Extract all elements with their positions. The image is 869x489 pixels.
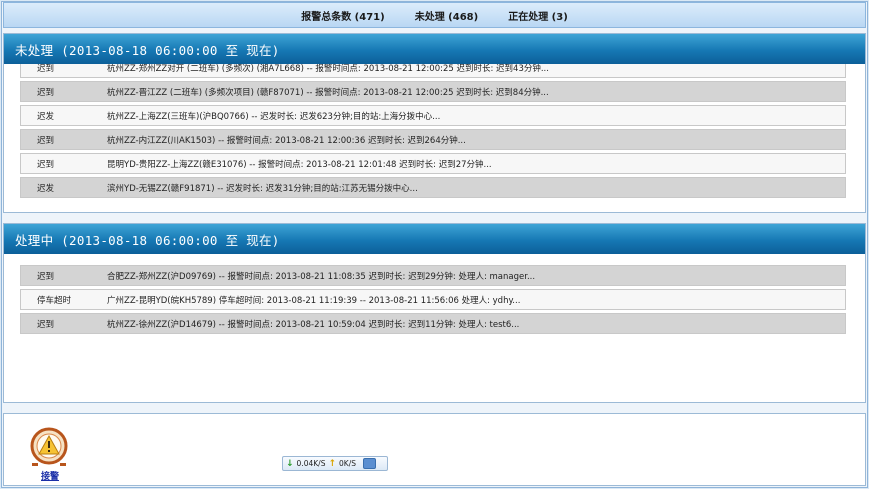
alarm-type: 停车超时	[37, 295, 72, 306]
unprocessed-panel-header: 未处理 (2013-08-18 06:00:00 至 现在)	[4, 34, 865, 64]
processing-panel: 处理中 (2013-08-18 06:00:00 至 现在) 迟到 合肥ZZ-郑…	[3, 223, 866, 403]
alarm-text: 合肥ZZ-郑州ZZ(沪D09769) -- 报警时间点: 2013-08-21 …	[107, 271, 536, 282]
processing-panel-header: 处理中 (2013-08-18 06:00:00 至 现在)	[4, 224, 865, 254]
processing-list[interactable]: 迟到 合肥ZZ-郑州ZZ(沪D09769) -- 报警时间点: 2013-08-…	[4, 254, 865, 400]
unprocessed-list[interactable]: 迟到 杭州ZZ-郑州ZZ对开 (二班车) (多频次) (湘A7L668) -- …	[4, 64, 865, 210]
alarm-row[interactable]: 迟到 昆明YD-贵阳ZZ-上海ZZ(赣E31076) -- 报警时间点: 201…	[20, 153, 846, 174]
alarm-row[interactable]: 迟到 合肥ZZ-郑州ZZ(沪D09769) -- 报警时间点: 2013-08-…	[20, 265, 846, 286]
upload-speed: 0K/S	[339, 459, 356, 468]
status-area: 接警	[3, 413, 866, 486]
alarm-row[interactable]: 停车超时 广州ZZ-昆明YD(皖KH5789) 停车超时间: 2013-08-2…	[20, 289, 846, 310]
alarm-row[interactable]: 迟到 杭州ZZ-内江ZZ(川AK1503) -- 报警时间点: 2013-08-…	[20, 129, 846, 150]
alarm-text: 杭州ZZ-内江ZZ(川AK1503) -- 报警时间点: 2013-08-21 …	[107, 135, 466, 146]
alarm-row[interactable]: 迟到 杭州ZZ-徐州ZZ(沪D14679) -- 报警时间点: 2013-08-…	[20, 313, 846, 334]
alarm-type: 迟到	[37, 135, 55, 146]
alarm-type: 迟到	[37, 64, 55, 74]
network-monitor-icon[interactable]	[362, 458, 376, 469]
alarm-clock-icon[interactable]	[26, 424, 72, 468]
alarm-row[interactable]: 迟发 滨州YD-无锡ZZ(赣F91871) -- 迟发时长: 迟发31分钟;目的…	[20, 177, 846, 198]
alarm-row[interactable]: 迟发 杭州ZZ-上海ZZ(三班车)(沪BQ0766) -- 迟发时长: 迟发62…	[20, 105, 846, 126]
alarm-text: 滨州YD-无锡ZZ(赣F91871) -- 迟发时长: 迟发31分钟;目的站:江…	[107, 183, 418, 194]
receive-alarm-link[interactable]: 接警	[41, 469, 59, 482]
total-alarm-count[interactable]: 报警总条数 (471)	[301, 8, 385, 23]
alarm-type: 迟到	[37, 159, 55, 170]
download-speed: 0.04K/S	[296, 459, 326, 468]
alarm-type: 迟发	[37, 111, 55, 122]
upload-arrow-icon: ↑	[328, 458, 336, 469]
alarm-type: 迟到	[37, 319, 55, 330]
alarm-text: 杭州ZZ-郑州ZZ对开 (二班车) (多频次) (湘A7L668) -- 报警时…	[107, 64, 549, 74]
processing-count[interactable]: 正在处理 (3)	[508, 8, 568, 23]
alarm-text: 杭州ZZ-晋江ZZ (二班车) (多频次项目) (赣F87071) -- 报警时…	[107, 87, 549, 98]
alarm-text: 广州ZZ-昆明YD(皖KH5789) 停车超时间: 2013-08-21 11:…	[107, 295, 521, 306]
unprocessed-count[interactable]: 未处理 (468)	[415, 8, 479, 23]
alarm-type: 迟到	[37, 271, 55, 282]
network-speed-widget: ↓ 0.04K/S ↑ 0K/S	[282, 456, 388, 471]
alarm-row[interactable]: 迟到 杭州ZZ-晋江ZZ (二班车) (多频次项目) (赣F87071) -- …	[20, 81, 846, 102]
alarm-text: 杭州ZZ-徐州ZZ(沪D14679) -- 报警时间点: 2013-08-21 …	[107, 319, 520, 330]
unprocessed-panel: 未处理 (2013-08-18 06:00:00 至 现在) 迟到 杭州ZZ-郑…	[3, 33, 866, 213]
alarm-row[interactable]: 迟到 杭州ZZ-郑州ZZ对开 (二班车) (多频次) (湘A7L668) -- …	[20, 64, 846, 78]
alarm-type: 迟到	[37, 87, 55, 98]
alarm-text: 昆明YD-贵阳ZZ-上海ZZ(赣E31076) -- 报警时间点: 2013-0…	[107, 159, 492, 170]
alarm-text: 杭州ZZ-上海ZZ(三班车)(沪BQ0766) -- 迟发时长: 迟发623分钟…	[107, 111, 441, 122]
alarm-type: 迟发	[37, 183, 55, 194]
download-arrow-icon: ↓	[286, 458, 294, 469]
alarm-summary-bar: 报警总条数 (471) 未处理 (468) 正在处理 (3)	[3, 2, 866, 28]
